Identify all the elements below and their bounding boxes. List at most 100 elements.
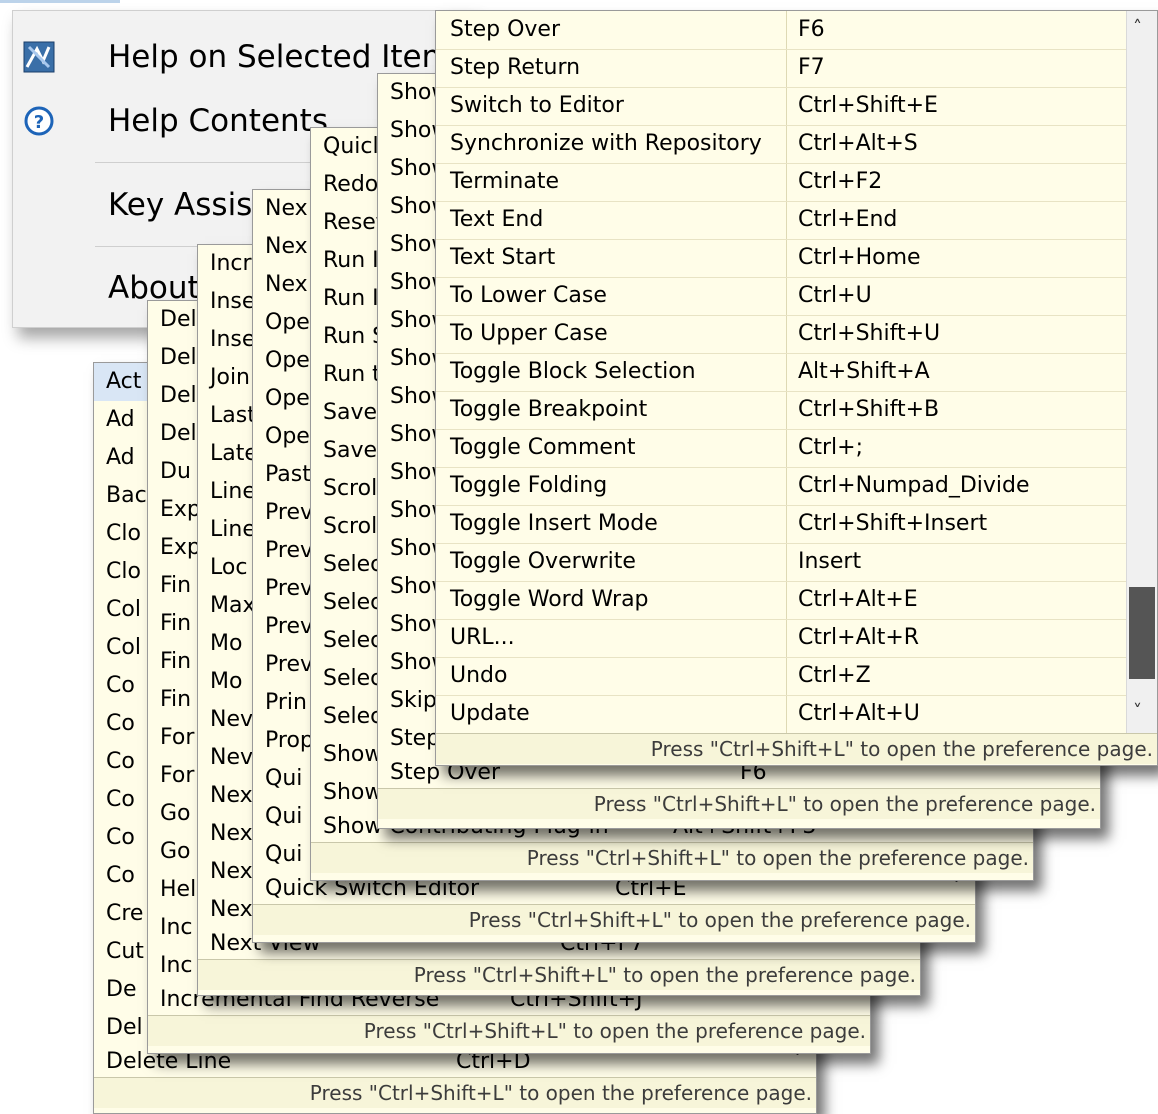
list-item[interactable]: Inse xyxy=(198,321,253,359)
shortcut-row[interactable]: Synchronize with Repository Ctrl+Alt+S xyxy=(436,125,1126,164)
list-item[interactable]: Mo xyxy=(198,625,253,663)
list-item[interactable]: De xyxy=(94,971,148,1009)
list-item[interactable]: Ope xyxy=(253,380,311,418)
list-item[interactable]: Selec xyxy=(311,660,378,698)
list-item[interactable]: Show xyxy=(378,74,436,112)
list-item[interactable]: Show xyxy=(378,302,436,340)
list-item[interactable]: Show xyxy=(378,530,436,568)
list-item[interactable]: Join xyxy=(198,359,253,397)
list-item[interactable]: Late xyxy=(198,435,253,473)
list-item[interactable]: Nex xyxy=(253,266,311,304)
list-item[interactable]: Hel xyxy=(148,871,198,909)
preference-hint[interactable]: Press "Ctrl+Shift+L" to open the prefere… xyxy=(378,788,1100,819)
scrollbar-thumb[interactable] xyxy=(1129,587,1155,679)
list-item[interactable]: Prev xyxy=(253,570,311,608)
list-item[interactable]: Cre xyxy=(94,895,148,933)
list-item[interactable]: Loc xyxy=(198,549,253,587)
list-item[interactable]: Inc xyxy=(148,947,198,985)
list-item[interactable]: For xyxy=(148,719,198,757)
list-item[interactable]: Show xyxy=(378,150,436,188)
list-item[interactable]: Show xyxy=(311,774,378,812)
list-item[interactable]: Nex xyxy=(198,891,253,929)
list-item[interactable]: Line xyxy=(198,473,253,511)
list-item[interactable]: Co xyxy=(94,743,148,781)
list-item[interactable]: Reset xyxy=(311,204,378,242)
list-item[interactable]: Save xyxy=(311,394,378,432)
list-item[interactable]: Selec xyxy=(311,622,378,660)
list-item[interactable]: Qui xyxy=(253,836,311,874)
list-item[interactable]: Show xyxy=(378,112,436,150)
list-item[interactable]: Co xyxy=(94,667,148,705)
list-item[interactable]: Ope xyxy=(253,418,311,456)
list-item[interactable]: Prop xyxy=(253,722,311,760)
list-item[interactable]: Nex xyxy=(198,777,253,815)
list-item[interactable]: Prev xyxy=(253,646,311,684)
list-item[interactable]: For xyxy=(148,757,198,795)
list-item[interactable]: Del xyxy=(148,377,198,415)
list-item[interactable]: Show xyxy=(378,264,436,302)
list-item[interactable]: Cut xyxy=(94,933,148,971)
list-item[interactable]: Qui xyxy=(253,798,311,836)
list-item[interactable]: Act xyxy=(94,363,148,401)
list-item[interactable]: Co xyxy=(94,781,148,819)
shortcut-row[interactable]: Terminate Ctrl+F2 xyxy=(436,163,1126,202)
vertical-scrollbar[interactable]: ˄ ˅ xyxy=(1126,11,1157,733)
list-item[interactable]: Du xyxy=(148,453,198,491)
list-item[interactable]: Ad xyxy=(94,439,148,477)
shortcut-row[interactable]: To Lower Case Ctrl+U xyxy=(436,277,1126,316)
list-item[interactable]: Nex xyxy=(253,228,311,266)
list-item[interactable]: Selec xyxy=(311,698,378,736)
list-item[interactable]: Nev xyxy=(198,739,253,777)
list-item[interactable]: Fin xyxy=(148,605,198,643)
shortcut-row[interactable]: Switch to Editor Ctrl+Shift+E xyxy=(436,87,1126,126)
list-item[interactable]: Del xyxy=(148,415,198,453)
list-item[interactable]: Run I xyxy=(311,280,378,318)
preference-hint[interactable]: Press "Ctrl+Shift+L" to open the prefere… xyxy=(94,1077,816,1108)
list-item[interactable]: Run I xyxy=(311,242,378,280)
list-item[interactable]: Nev xyxy=(198,701,253,739)
list-item[interactable]: Co xyxy=(94,857,148,895)
list-item[interactable]: Last xyxy=(198,397,253,435)
shortcut-row[interactable]: Toggle Block Selection Alt+Shift+A xyxy=(436,353,1126,392)
shortcut-row[interactable]: To Upper Case Ctrl+Shift+U xyxy=(436,315,1126,354)
list-item[interactable]: Selec xyxy=(311,546,378,584)
list-item[interactable]: Show xyxy=(378,378,436,416)
list-item[interactable]: Qui xyxy=(253,760,311,798)
list-item[interactable]: Show xyxy=(378,188,436,226)
list-item[interactable]: Clo xyxy=(94,515,148,553)
list-item[interactable]: Redo xyxy=(311,166,378,204)
list-item[interactable]: Show xyxy=(378,226,436,264)
list-item[interactable]: Co xyxy=(94,819,148,857)
list-item[interactable]: Show xyxy=(378,416,436,454)
list-item[interactable]: Del xyxy=(148,339,198,377)
list-item[interactable]: Co xyxy=(94,705,148,743)
list-item[interactable]: Selec xyxy=(311,584,378,622)
list-item[interactable]: Col xyxy=(94,629,148,667)
list-item[interactable]: Nex xyxy=(253,190,311,228)
preference-hint[interactable]: Press "Ctrl+Shift+L" to open the prefere… xyxy=(198,959,920,990)
list-item[interactable]: Fin xyxy=(148,643,198,681)
list-item[interactable]: Past xyxy=(253,456,311,494)
list-item[interactable]: Show xyxy=(378,340,436,378)
shortcut-row[interactable]: Step Return F7 xyxy=(436,49,1126,88)
list-item[interactable]: Exp xyxy=(148,529,198,567)
list-item[interactable]: Show xyxy=(311,736,378,774)
list-item[interactable]: Incr xyxy=(198,245,253,283)
list-item[interactable]: Skip xyxy=(378,682,436,720)
list-item[interactable]: Prev xyxy=(253,608,311,646)
list-item[interactable]: Exp xyxy=(148,491,198,529)
list-item[interactable]: Run S xyxy=(311,318,378,356)
list-item[interactable]: Mo xyxy=(198,663,253,701)
list-item[interactable]: Ope xyxy=(253,342,311,380)
shortcut-row[interactable]: URL... Ctrl+Alt+R xyxy=(436,619,1126,658)
preference-hint[interactable]: Press "Ctrl+Shift+L" to open the prefere… xyxy=(436,733,1157,764)
preference-hint[interactable]: Press "Ctrl+Shift+L" to open the prefere… xyxy=(148,1015,870,1046)
scroll-up-icon[interactable]: ˄ xyxy=(1133,17,1142,38)
list-item[interactable]: Nex xyxy=(198,815,253,853)
shortcut-row[interactable]: Update Ctrl+Alt+U xyxy=(436,695,1126,734)
shortcut-row[interactable]: Toggle Insert Mode Ctrl+Shift+Insert xyxy=(436,505,1126,544)
list-item[interactable]: Fin xyxy=(148,567,198,605)
list-item[interactable]: Show xyxy=(378,568,436,606)
list-item[interactable]: Prev xyxy=(253,494,311,532)
list-item[interactable]: Line xyxy=(198,511,253,549)
